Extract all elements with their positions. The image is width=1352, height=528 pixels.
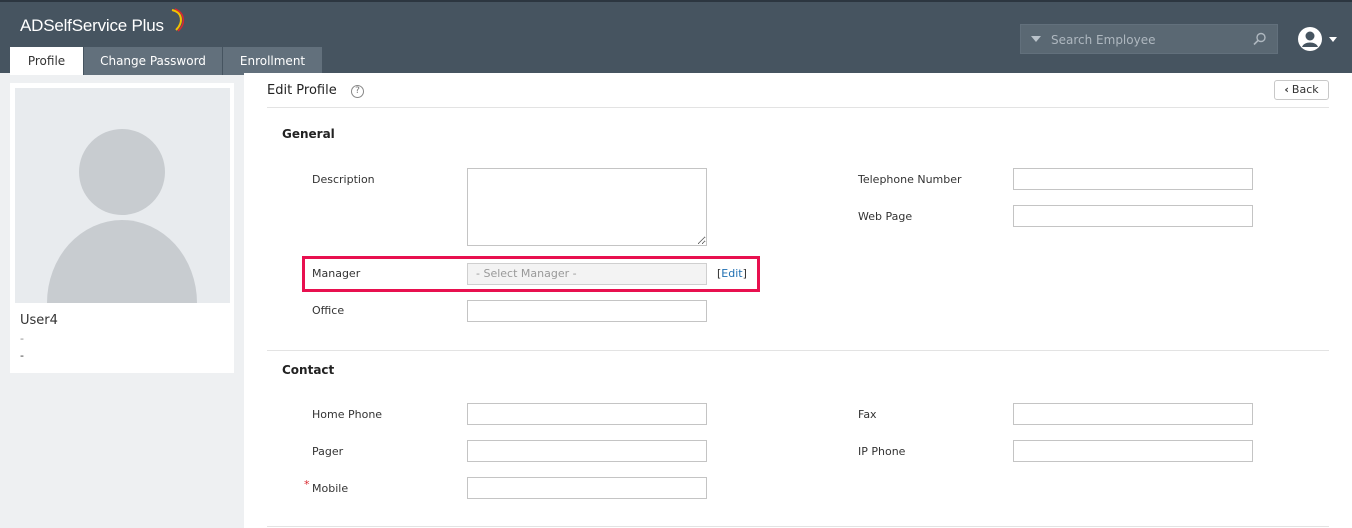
avatar — [15, 88, 230, 303]
user-account-menu[interactable] — [1297, 26, 1339, 52]
section-contact-title: Contact — [282, 363, 335, 377]
search-scope-dropdown-icon[interactable] — [1031, 36, 1041, 42]
search-icon[interactable] — [1253, 32, 1267, 46]
app-logo[interactable]: ADSelfService Plus — [20, 8, 184, 36]
chevron-left-icon: ‹ — [1284, 83, 1289, 96]
description-field[interactable] — [467, 168, 707, 246]
edit-link-text: Edit — [721, 267, 743, 280]
fax-field[interactable] — [1013, 403, 1253, 425]
logo-swoosh-icon — [171, 8, 184, 32]
back-label: Back — [1291, 83, 1319, 96]
search-input[interactable] — [1051, 29, 1251, 51]
required-asterisk: * — [304, 478, 310, 491]
mobile-label: Mobile — [312, 482, 349, 495]
office-label: Office — [312, 304, 345, 317]
page-title: Edit Profile — [267, 83, 337, 98]
section-general-title: General — [282, 127, 335, 141]
profile-placeholder-icon — [47, 129, 197, 303]
divider — [267, 350, 1329, 351]
ip-phone-field[interactable] — [1013, 440, 1253, 462]
home-phone-field[interactable] — [467, 403, 707, 425]
main-tabs: Profile Change Password Enrollment — [10, 47, 323, 75]
top-header-bar: ADSelfService Plus Profile Change Passwo… — [0, 0, 1352, 75]
tab-enrollment[interactable]: Enrollment — [223, 47, 323, 75]
office-field[interactable] — [467, 300, 707, 322]
divider — [267, 526, 1329, 527]
mobile-field[interactable] — [467, 477, 707, 499]
webpage-field[interactable] — [1013, 205, 1253, 227]
home-phone-label: Home Phone — [312, 408, 383, 421]
user-name: User4 — [20, 313, 58, 328]
pager-field[interactable] — [467, 440, 707, 462]
manager-label: Manager — [312, 267, 361, 280]
manager-edit-link[interactable]: [Edit] — [717, 267, 747, 280]
employee-search — [1020, 24, 1278, 54]
description-label: Description — [312, 173, 375, 186]
user-profile-card: User4 - - — [10, 83, 234, 373]
telephone-field[interactable] — [1013, 168, 1253, 190]
user-detail-1: - — [20, 332, 24, 345]
pager-label: Pager — [312, 445, 344, 458]
telephone-label: Telephone Number — [858, 173, 962, 186]
webpage-label: Web Page — [858, 210, 913, 223]
ip-phone-label: IP Phone — [858, 445, 906, 458]
back-button[interactable]: ‹ Back — [1274, 80, 1329, 100]
tab-change-password[interactable]: Change Password — [84, 47, 223, 75]
edit-profile-panel: Edit Profile ? ‹ Back General Description… — [244, 73, 1352, 528]
user-detail-2: - — [20, 349, 24, 362]
tab-profile[interactable]: Profile — [10, 47, 84, 75]
user-avatar-icon — [1298, 27, 1322, 51]
app-logo-text: ADSelfService Plus — [20, 16, 164, 35]
chevron-down-icon — [1329, 37, 1337, 42]
fax-label: Fax — [858, 408, 877, 421]
manager-select[interactable]: - Select Manager - — [467, 263, 707, 285]
help-icon[interactable]: ? — [351, 85, 364, 98]
divider — [267, 107, 1329, 108]
